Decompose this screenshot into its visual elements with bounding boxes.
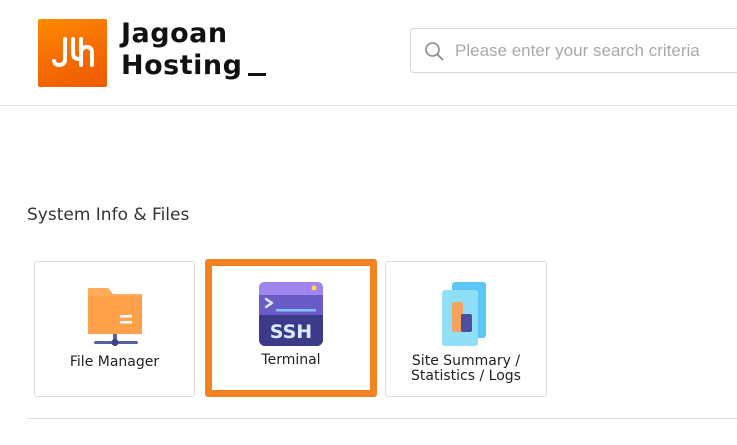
logo[interactable]: Jagoan Hosting — [38, 18, 267, 87]
file-manager-label: File Manager — [69, 354, 160, 370]
svg-text:SSH: SSH — [270, 321, 312, 343]
logo-cursor — [248, 73, 267, 76]
search-icon — [423, 40, 445, 62]
page: Jagoan Hosting System Info & Files — [0, 0, 737, 445]
search-box[interactable] — [410, 28, 737, 73]
search-input[interactable] — [453, 39, 737, 62]
ssh-terminal-icon: SSH — [258, 281, 324, 352]
logo-text-line1: Jagoan — [121, 18, 228, 49]
logo-mark-icon — [38, 19, 107, 87]
header: Jagoan Hosting — [0, 0, 737, 106]
terminal-tile[interactable]: SSH Terminal — [205, 259, 377, 397]
site-summary-label-line1: Site Summary / — [411, 353, 521, 369]
folder-icon — [82, 282, 148, 353]
site-summary-icon — [438, 280, 494, 351]
file-manager-tile[interactable]: File Manager — [34, 261, 195, 397]
logo-text: Jagoan Hosting — [121, 18, 267, 82]
terminal-label: Terminal — [261, 352, 321, 368]
section-divider — [27, 418, 737, 419]
site-summary-label-line2: Statistics / Logs — [411, 368, 521, 384]
logo-text-line2: Hosting — [121, 50, 243, 81]
site-summary-label: Site Summary / Statistics / Logs — [386, 354, 546, 384]
site-summary-tile[interactable]: Site Summary / Statistics / Logs — [385, 261, 547, 397]
section-title: System Info & Files — [27, 205, 190, 225]
